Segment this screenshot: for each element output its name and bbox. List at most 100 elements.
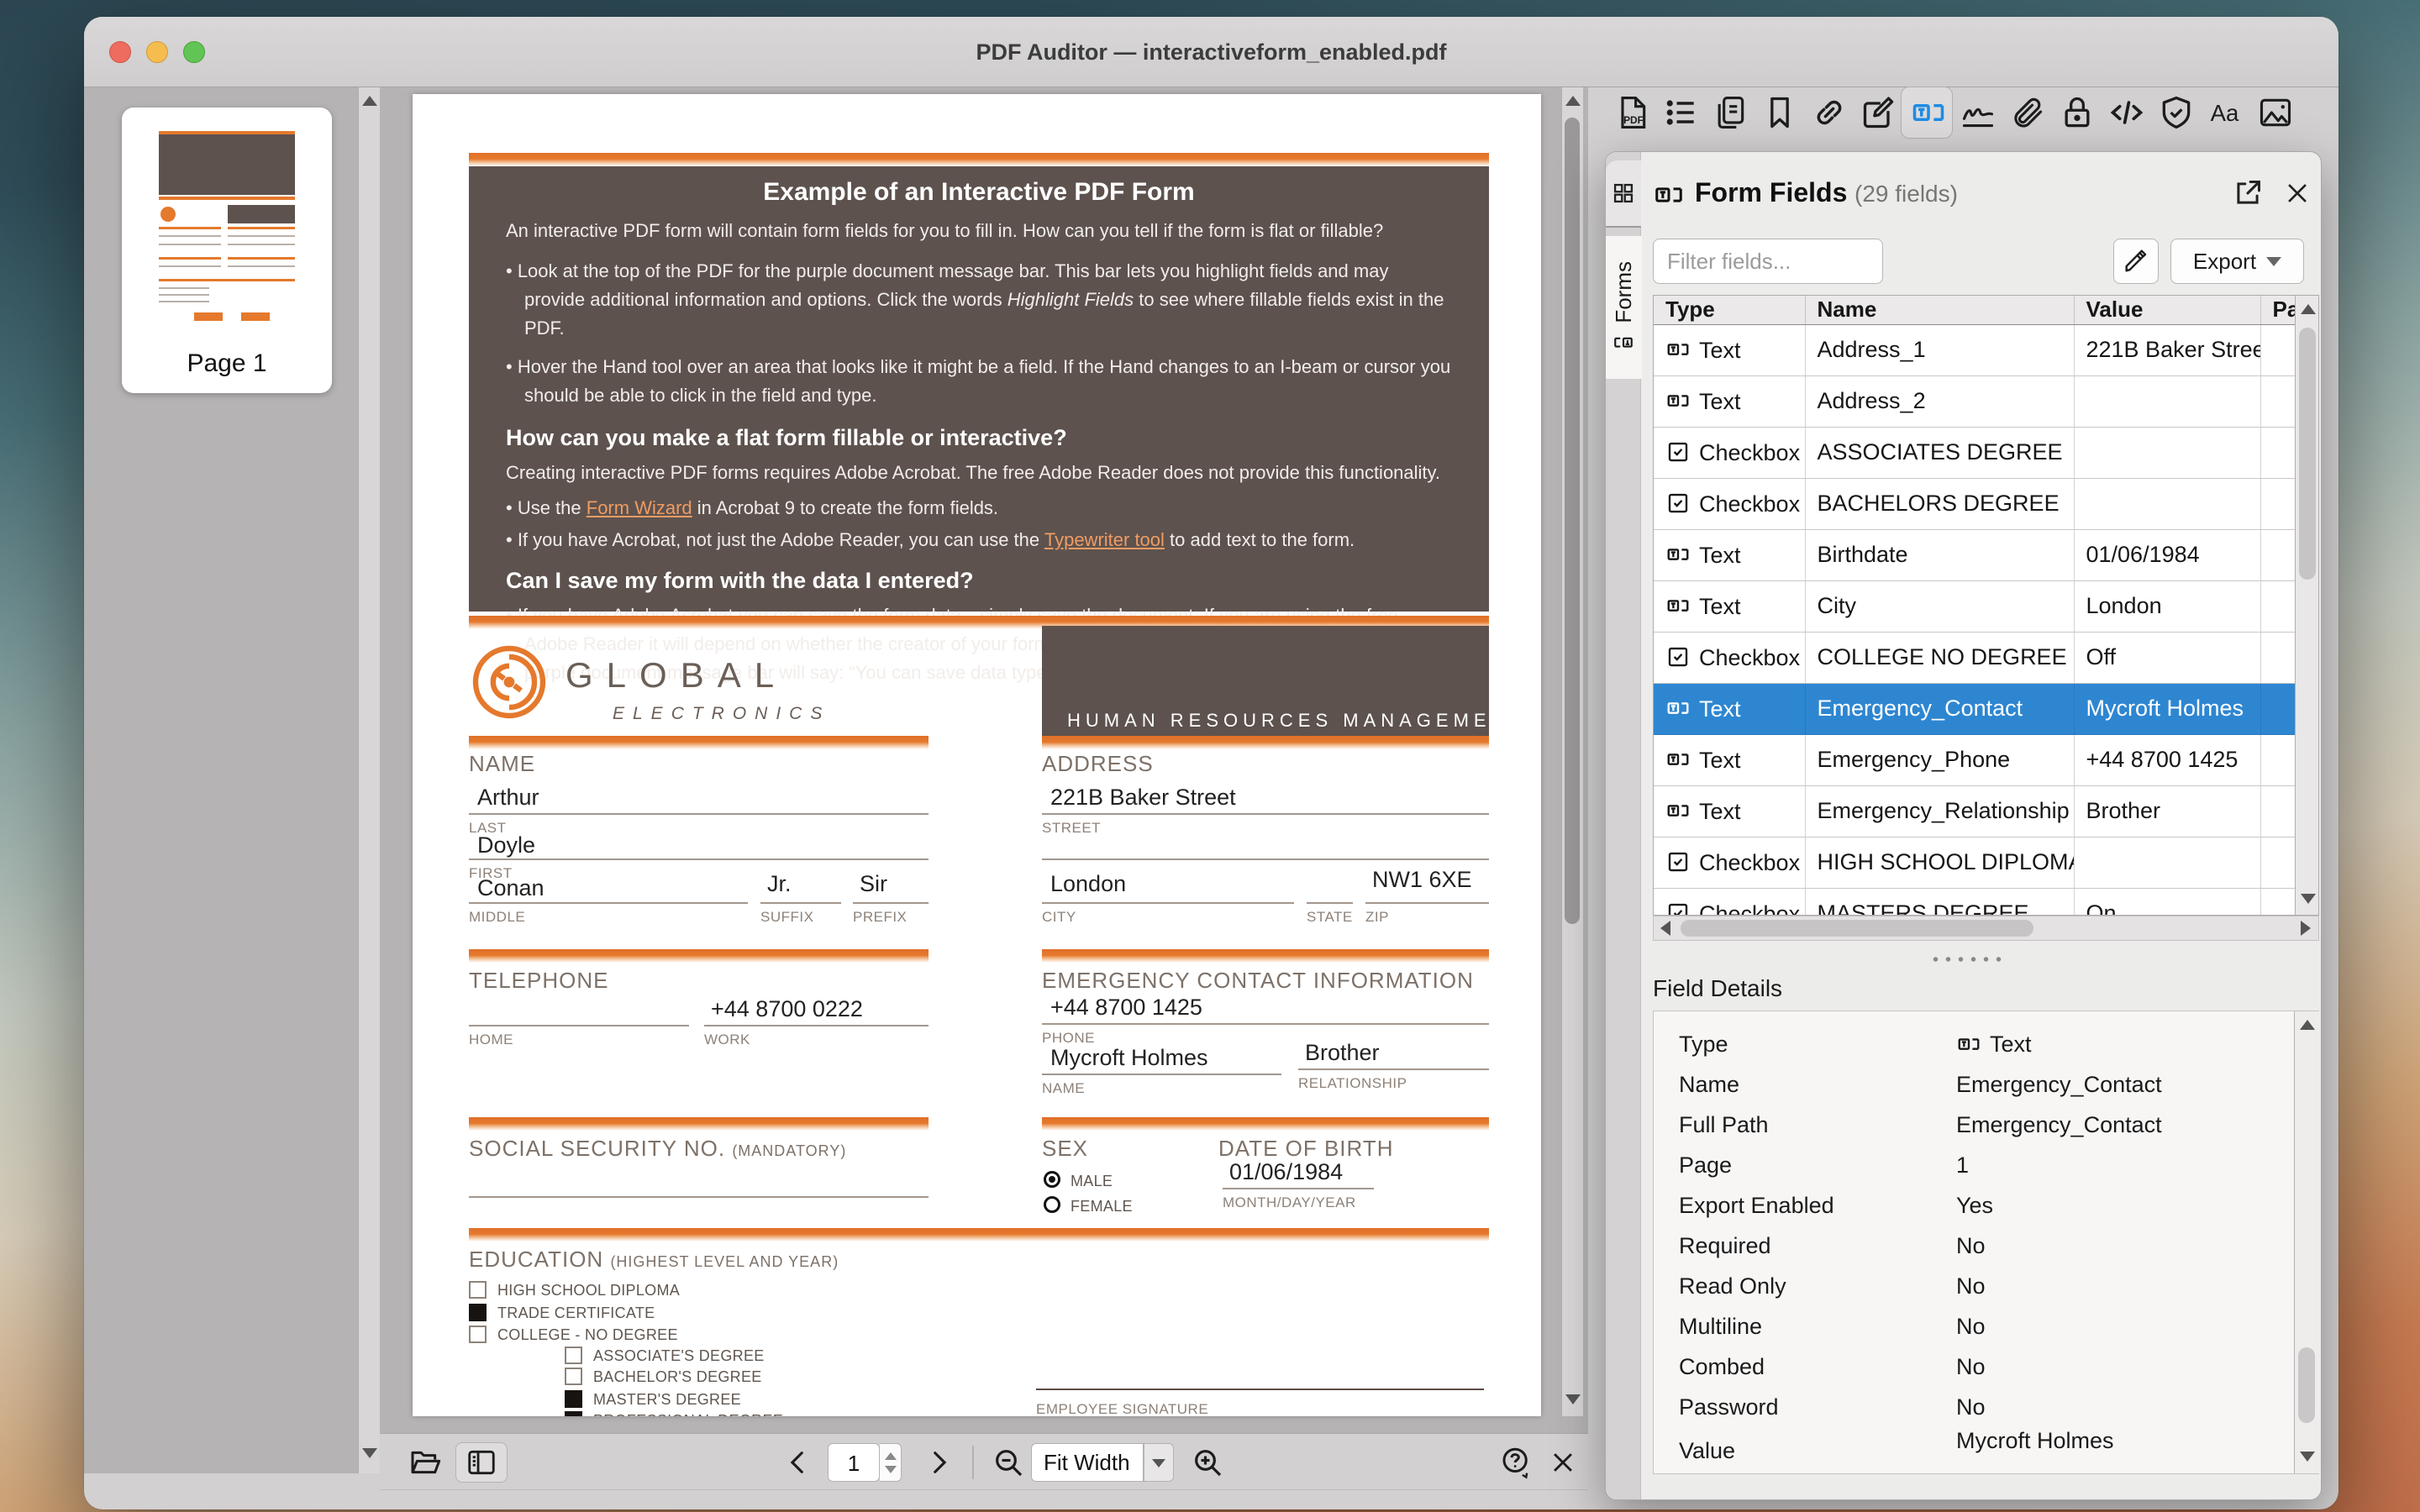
table-row[interactable]: Text CityLondon [1654,580,2295,632]
bookmark-icon[interactable] [1761,94,1798,131]
export-button[interactable]: Export [2170,239,2304,284]
lock-icon[interactable] [2059,94,2096,131]
trade-certificate-checkbox[interactable] [469,1304,487,1321]
filter-fields-input[interactable]: Filter fields... [1653,239,1883,284]
ssn-field[interactable] [469,1196,929,1198]
table-row[interactable]: Checkbox ASSOCIATES DEGREE [1654,427,2295,478]
column-header-page[interactable]: Pa [2260,296,2295,324]
bachelors-degree-checkbox[interactable] [565,1368,582,1385]
close-panel-icon[interactable] [2283,179,2312,207]
street2-field[interactable] [1042,858,1489,860]
tab-dashboard[interactable] [1606,160,1641,228]
high-school-diploma-checkbox[interactable] [469,1281,487,1299]
next-page-button[interactable] [922,1442,955,1483]
table-row[interactable]: Checkbox COLLEGE NO DEGREEOff [1654,632,2295,683]
signature-field[interactable] [1036,1389,1484,1390]
table-scroll-left-arrow[interactable] [1660,921,1670,936]
prefix-field[interactable]: Sir [860,871,887,897]
table-scrollbar[interactable] [2295,296,2319,916]
details-scroll-up-arrow[interactable] [2300,1020,2315,1030]
associates-degree-checkbox[interactable] [565,1347,582,1364]
table-row-selected[interactable]: Text Emergency_ContactMycroft Holmes [1654,683,2295,734]
link-icon[interactable] [1811,94,1848,131]
zoom-in-button[interactable] [1188,1442,1227,1483]
sidebar-toggle-button[interactable] [455,1442,508,1483]
highlight-fields-button[interactable] [2113,239,2159,284]
pdf-scroll-down-arrow[interactable] [1565,1394,1581,1404]
previous-page-button[interactable] [781,1442,815,1483]
suffix-field[interactable]: Jr. [767,871,792,897]
outline-list-icon[interactable] [1663,94,1700,131]
details-scrollbar[interactable] [2294,1011,2319,1473]
details-scrollbar-thumb[interactable] [2298,1347,2315,1423]
street-field[interactable]: 221B Baker Street [1050,785,1236,811]
column-header-type[interactable]: Type [1654,296,1805,324]
zoom-mode-select[interactable]: Fit Width [1031,1443,1144,1482]
home-phone-field[interactable] [469,1025,689,1026]
sidebar-scrollbar[interactable] [358,87,380,1473]
form-field-icon[interactable] [1910,94,1947,131]
close-viewer-button[interactable] [1544,1442,1581,1483]
state-field[interactable] [1307,902,1353,904]
table-row[interactable]: Text Emergency_Phone+44 8700 1425 [1654,734,2295,785]
typewriter-tool-link[interactable]: Typewriter tool [1044,529,1165,550]
emergency-phone-field[interactable]: +44 8700 1425 [1050,995,1202,1021]
emergency-name-field[interactable]: Mycroft Holmes [1050,1045,1208,1071]
help-button[interactable] [1496,1442,1536,1483]
zoom-mode-select-arrow[interactable] [1144,1443,1174,1482]
zoom-out-button[interactable] [989,1442,1028,1483]
page-stepper-up[interactable] [885,1452,897,1460]
code-icon[interactable] [2108,94,2145,131]
pdf-scrollbar-thumb[interactable] [1565,118,1580,924]
male-radio[interactable] [1044,1171,1060,1188]
zip-field[interactable]: NW1 6XE [1372,867,1472,893]
sidebar-scroll-up-arrow[interactable] [362,96,377,106]
table-row[interactable]: Text Birthdate01/06/1984 [1654,529,2295,580]
page-stepper[interactable] [880,1443,902,1482]
middle-name-field[interactable]: Conan [477,875,544,901]
table-scrollbar-thumb[interactable] [2299,328,2316,580]
table-h-scrollbar-thumb[interactable] [1681,920,2033,937]
first-name-field[interactable]: Doyle [477,832,535,858]
panel-resize-handle[interactable] [1929,957,2005,962]
table-row[interactable]: Checkbox MASTERS DEGREEOn [1654,888,2295,916]
page-number-input[interactable]: 1 [828,1443,880,1482]
details-scroll-down-arrow[interactable] [2300,1452,2315,1462]
table-h-scrollbar[interactable] [1653,916,2319,941]
work-phone-field[interactable]: +44 8700 0222 [711,996,863,1022]
last-name-field[interactable]: Arthur [477,785,539,811]
form-wizard-link[interactable]: Form Wizard [587,497,692,518]
female-radio[interactable] [1044,1196,1060,1213]
table-scroll-down-arrow[interactable] [2301,894,2316,904]
professional-degree-checkbox[interactable] [565,1411,582,1416]
dob-field[interactable]: 01/06/1984 [1229,1159,1343,1185]
college-no-degree-checkbox[interactable] [469,1326,487,1343]
city-field[interactable]: London [1050,871,1126,897]
annotation-icon[interactable] [1860,94,1897,131]
shield-check-icon[interactable] [2158,94,2195,131]
signature-icon[interactable] [1960,94,1996,131]
attachment-icon[interactable] [2009,94,2046,131]
emergency-relationship-field[interactable]: Brother [1305,1040,1380,1066]
table-row[interactable]: Text Address_1221B Baker Street [1654,324,2295,375]
table-row[interactable]: Checkbox HIGH SCHOOL DIPLOMA [1654,837,2295,888]
pages-icon[interactable] [1712,94,1749,131]
table-scroll-right-arrow[interactable] [2301,921,2311,936]
sidebar-scroll-down-arrow[interactable] [362,1448,377,1458]
masters-degree-checkbox[interactable] [565,1390,582,1408]
table-row[interactable]: Text Address_2 [1654,375,2295,427]
pdf-scrollbar[interactable] [1561,87,1583,1416]
tab-forms[interactable]: Forms [1606,236,1642,379]
table-row[interactable]: Checkbox BACHELORS DEGREE [1654,478,2295,529]
column-header-value[interactable]: Value [2074,296,2260,324]
table-row[interactable]: Text Emergency_RelationshipBrother [1654,785,2295,837]
column-header-name[interactable]: Name [1805,296,2074,324]
image-icon[interactable] [2257,94,2294,131]
open-file-button[interactable] [405,1442,445,1483]
open-in-window-icon[interactable] [2232,177,2264,209]
table-scroll-up-arrow[interactable] [2301,304,2316,314]
page-thumbnail[interactable]: Page 1 [122,108,332,393]
pdf-document-icon[interactable]: PDF [1613,94,1650,131]
fonts-icon[interactable]: Aa [2207,94,2244,131]
page-stepper-down[interactable] [885,1466,897,1473]
